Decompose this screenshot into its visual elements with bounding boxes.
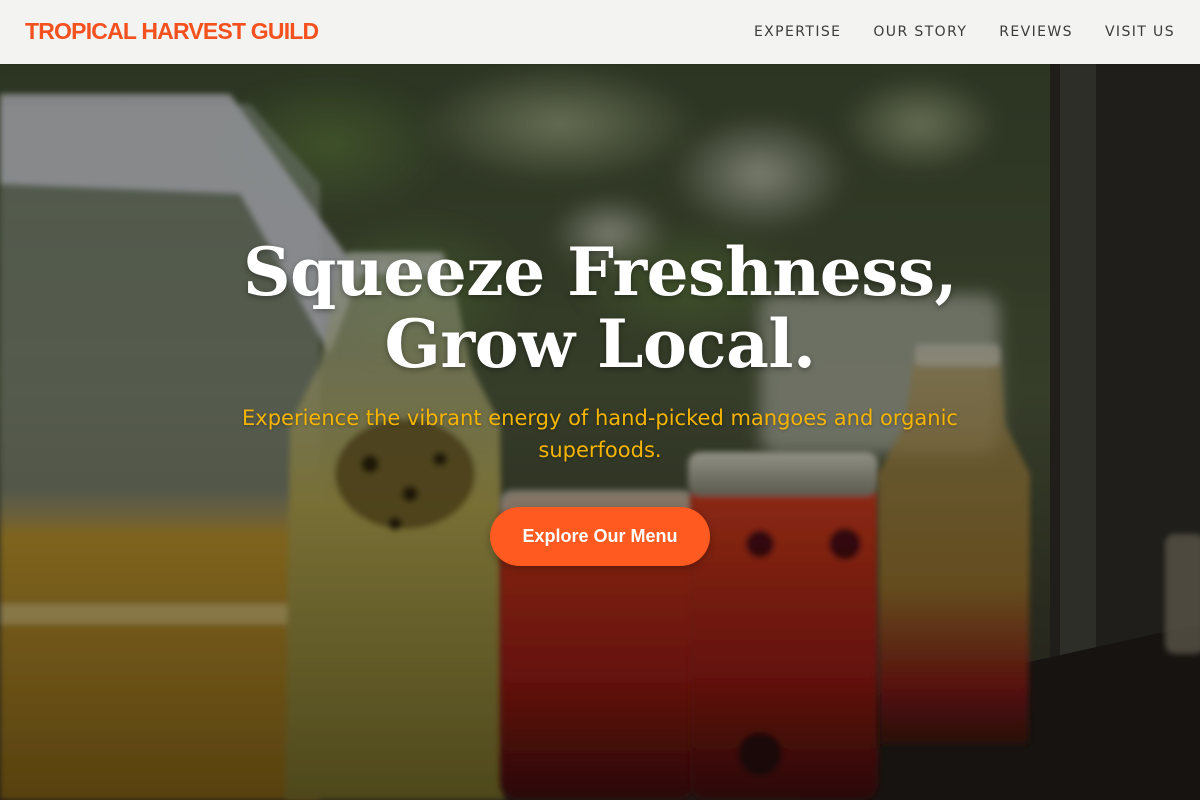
nav-link-reviews[interactable]: REVIEWS xyxy=(999,24,1073,40)
main-nav: EXPERTISE OUR STORY REVIEWS VISIT US xyxy=(754,0,1175,64)
explore-menu-button[interactable]: Explore Our Menu xyxy=(490,507,710,566)
brand-logo[interactable]: TROPICAL HARVEST GUILD xyxy=(25,18,319,45)
hero-content: Squeeze Freshness, Grow Local. Experienc… xyxy=(0,64,1200,800)
nav-item-expertise: EXPERTISE xyxy=(754,23,841,41)
landing-page: TROPICAL HARVEST GUILD EXPERTISE OUR STO… xyxy=(0,0,1200,800)
site-header: TROPICAL HARVEST GUILD EXPERTISE OUR STO… xyxy=(0,0,1200,64)
nav-item-our-story: OUR STORY xyxy=(873,23,967,41)
hero-title: Squeeze Freshness, Grow Local. xyxy=(242,233,958,383)
nav-item-reviews: REVIEWS xyxy=(999,23,1073,41)
nav-link-visit-us[interactable]: VISIT US xyxy=(1105,24,1175,40)
nav-item-visit-us: VISIT US xyxy=(1105,23,1175,41)
nav-link-our-story[interactable]: OUR STORY xyxy=(873,24,967,40)
nav-link-expertise[interactable]: EXPERTISE xyxy=(754,24,841,40)
hero-subtitle: Experience the vibrant energy of hand-pi… xyxy=(242,406,958,462)
